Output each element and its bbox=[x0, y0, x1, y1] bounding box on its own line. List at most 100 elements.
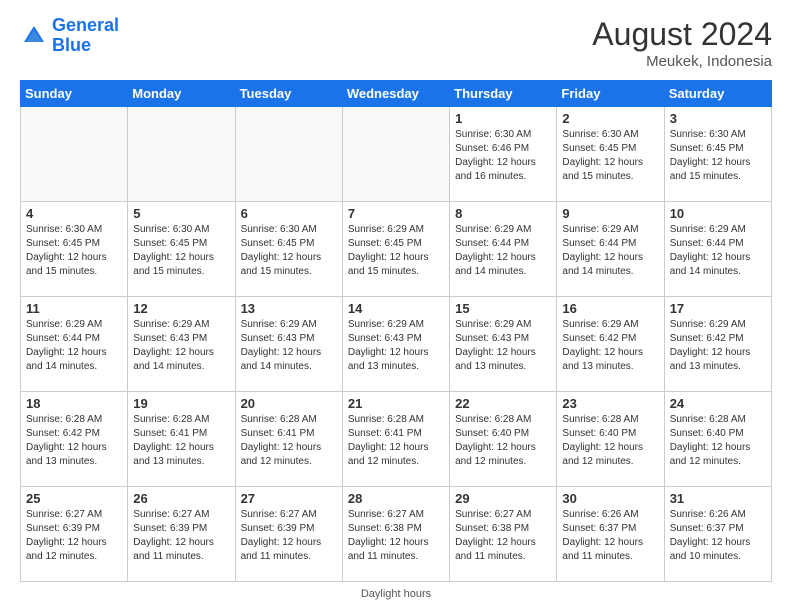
footer: Daylight hours bbox=[20, 588, 772, 600]
day-number: 13 bbox=[241, 301, 337, 316]
day-number: 24 bbox=[670, 396, 766, 411]
col-sunday: Sunday bbox=[21, 81, 128, 107]
day-number: 12 bbox=[133, 301, 229, 316]
calendar-week-1: 1Sunrise: 6:30 AM Sunset: 6:46 PM Daylig… bbox=[21, 107, 772, 202]
day-info: Sunrise: 6:28 AM Sunset: 6:40 PM Dayligh… bbox=[562, 413, 658, 469]
day-number: 17 bbox=[670, 301, 766, 316]
calendar-cell: 31 Sunrise: 6:26 AM Sunset: 6:37 PM Dayli… bbox=[664, 487, 771, 582]
day-number: 15 bbox=[455, 301, 551, 316]
calendar-cell: 25Sunrise: 6:27 AM Sunset: 6:39 PM Dayli… bbox=[21, 487, 128, 582]
day-info: Sunrise: 6:29 AM Sunset: 6:42 PM Dayligh… bbox=[562, 318, 658, 374]
calendar-cell: 11 Sunrise: 6:29 AM Sunset: 6:44 PM Dayli… bbox=[21, 297, 128, 392]
calendar-cell: 20 Sunrise: 6:28 AM Sunset: 6:41 PM Dayli… bbox=[235, 392, 342, 487]
day-info: Sunrise: 6:27 AM Sunset: 6:39 PM Dayligh… bbox=[241, 508, 337, 564]
day-number: 20 bbox=[241, 396, 337, 411]
calendar-week-5: 25Sunrise: 6:27 AM Sunset: 6:39 PM Dayli… bbox=[21, 487, 772, 582]
calendar-cell: 16 Sunrise: 6:29 AM Sunset: 6:42 PM Dayli… bbox=[557, 297, 664, 392]
calendar-cell: 9 Sunrise: 6:29 AM Sunset: 6:44 PM Daylig… bbox=[557, 202, 664, 297]
day-number: 27 bbox=[241, 491, 337, 506]
calendar-cell: 10Sunrise: 6:29 AM Sunset: 6:44 PM Dayli… bbox=[664, 202, 771, 297]
calendar-cell: 7 Sunrise: 6:29 AM Sunset: 6:45 PM Daylig… bbox=[342, 202, 449, 297]
calendar-cell: 17 Sunrise: 6:29 AM Sunset: 6:42 PM Dayli… bbox=[664, 297, 771, 392]
col-monday: Monday bbox=[128, 81, 235, 107]
day-number: 7 bbox=[348, 206, 444, 221]
calendar-cell bbox=[235, 107, 342, 202]
day-number: 26 bbox=[133, 491, 229, 506]
day-info: Sunrise: 6:29 AM Sunset: 6:43 PM Dayligh… bbox=[133, 318, 229, 374]
calendar-cell: 3 Sunrise: 6:30 AM Sunset: 6:45 PM Daylig… bbox=[664, 107, 771, 202]
calendar-cell: 19Sunrise: 6:28 AM Sunset: 6:41 PM Dayli… bbox=[128, 392, 235, 487]
day-info: Sunrise: 6:30 AM Sunset: 6:45 PM Dayligh… bbox=[562, 128, 658, 184]
calendar-cell bbox=[128, 107, 235, 202]
day-info: Sunrise: 6:29 AM Sunset: 6:45 PM Dayligh… bbox=[348, 223, 444, 279]
day-number: 29 bbox=[455, 491, 551, 506]
day-info: Sunrise: 6:28 AM Sunset: 6:40 PM Dayligh… bbox=[670, 413, 766, 469]
day-number: 5 bbox=[133, 206, 229, 221]
day-number: 30 bbox=[562, 491, 658, 506]
day-info: Sunrise: 6:30 AM Sunset: 6:45 PM Dayligh… bbox=[670, 128, 766, 184]
day-number: 11 bbox=[26, 301, 122, 316]
day-info: Sunrise: 6:29 AM Sunset: 6:44 PM Dayligh… bbox=[670, 223, 766, 279]
day-number: 18 bbox=[26, 396, 122, 411]
day-info: Sunrise: 6:28 AM Sunset: 6:41 PM Dayligh… bbox=[241, 413, 337, 469]
logo: General Blue bbox=[20, 16, 119, 56]
calendar-cell: 21Sunrise: 6:28 AM Sunset: 6:41 PM Dayli… bbox=[342, 392, 449, 487]
day-number: 6 bbox=[241, 206, 337, 221]
page: General Blue August 2024 Meukek, Indones… bbox=[0, 0, 792, 612]
calendar-cell: 6Sunrise: 6:30 AM Sunset: 6:45 PM Daylig… bbox=[235, 202, 342, 297]
col-saturday: Saturday bbox=[664, 81, 771, 107]
day-info: Sunrise: 6:29 AM Sunset: 6:44 PM Dayligh… bbox=[455, 223, 551, 279]
location: Meukek, Indonesia bbox=[592, 53, 772, 70]
day-number: 3 bbox=[670, 111, 766, 126]
day-number: 4 bbox=[26, 206, 122, 221]
logo-general: General bbox=[52, 15, 119, 35]
day-info: Sunrise: 6:28 AM Sunset: 6:41 PM Dayligh… bbox=[133, 413, 229, 469]
day-number: 9 bbox=[562, 206, 658, 221]
day-number: 16 bbox=[562, 301, 658, 316]
day-number: 14 bbox=[348, 301, 444, 316]
day-info: Sunrise: 6:29 AM Sunset: 6:43 PM Dayligh… bbox=[241, 318, 337, 374]
calendar-cell: 28Sunrise: 6:27 AM Sunset: 6:38 PM Dayli… bbox=[342, 487, 449, 582]
daylight-label: Daylight hours bbox=[361, 588, 431, 600]
calendar-cell: 29Sunrise: 6:27 AM Sunset: 6:38 PM Dayli… bbox=[450, 487, 557, 582]
day-number: 23 bbox=[562, 396, 658, 411]
day-info: Sunrise: 6:29 AM Sunset: 6:42 PM Dayligh… bbox=[670, 318, 766, 374]
title-block: August 2024 Meukek, Indonesia bbox=[592, 16, 772, 70]
day-info: Sunrise: 6:27 AM Sunset: 6:39 PM Dayligh… bbox=[26, 508, 122, 564]
day-info: Sunrise: 6:29 AM Sunset: 6:44 PM Dayligh… bbox=[562, 223, 658, 279]
month-year: August 2024 bbox=[592, 16, 772, 53]
calendar-cell: 23 Sunrise: 6:28 AM Sunset: 6:40 PM Dayli… bbox=[557, 392, 664, 487]
day-info: Sunrise: 6:30 AM Sunset: 6:45 PM Dayligh… bbox=[133, 223, 229, 279]
calendar-cell bbox=[342, 107, 449, 202]
col-wednesday: Wednesday bbox=[342, 81, 449, 107]
day-info: Sunrise: 6:27 AM Sunset: 6:38 PM Dayligh… bbox=[348, 508, 444, 564]
day-info: Sunrise: 6:26 AM Sunset: 6:37 PM Dayligh… bbox=[562, 508, 658, 564]
calendar-cell: 30 Sunrise: 6:26 AM Sunset: 6:37 PM Dayli… bbox=[557, 487, 664, 582]
day-number: 2 bbox=[562, 111, 658, 126]
day-info: Sunrise: 6:26 AM Sunset: 6:37 PM Dayligh… bbox=[670, 508, 766, 564]
calendar-cell: 27 Sunrise: 6:27 AM Sunset: 6:39 PM Dayli… bbox=[235, 487, 342, 582]
calendar-week-3: 11 Sunrise: 6:29 AM Sunset: 6:44 PM Dayli… bbox=[21, 297, 772, 392]
calendar-header-row: Sunday Monday Tuesday Wednesday Thursday… bbox=[21, 81, 772, 107]
day-info: Sunrise: 6:30 AM Sunset: 6:46 PM Dayligh… bbox=[455, 128, 551, 184]
day-number: 31 bbox=[670, 491, 766, 506]
calendar-cell: 15 Sunrise: 6:29 AM Sunset: 6:43 PM Dayli… bbox=[450, 297, 557, 392]
day-info: Sunrise: 6:29 AM Sunset: 6:43 PM Dayligh… bbox=[455, 318, 551, 374]
calendar-cell: 5 Sunrise: 6:30 AM Sunset: 6:45 PM Daylig… bbox=[128, 202, 235, 297]
col-thursday: Thursday bbox=[450, 81, 557, 107]
calendar-cell: 13 Sunrise: 6:29 AM Sunset: 6:43 PM Dayli… bbox=[235, 297, 342, 392]
day-info: Sunrise: 6:29 AM Sunset: 6:43 PM Dayligh… bbox=[348, 318, 444, 374]
calendar-week-4: 18Sunrise: 6:28 AM Sunset: 6:42 PM Dayli… bbox=[21, 392, 772, 487]
calendar-week-2: 4 Sunrise: 6:30 AM Sunset: 6:45 PM Daylig… bbox=[21, 202, 772, 297]
calendar-cell bbox=[21, 107, 128, 202]
calendar-cell: 2 Sunrise: 6:30 AM Sunset: 6:45 PM Daylig… bbox=[557, 107, 664, 202]
col-tuesday: Tuesday bbox=[235, 81, 342, 107]
calendar-cell: 12 Sunrise: 6:29 AM Sunset: 6:43 PM Dayli… bbox=[128, 297, 235, 392]
calendar-table: Sunday Monday Tuesday Wednesday Thursday… bbox=[20, 80, 772, 582]
day-info: Sunrise: 6:29 AM Sunset: 6:44 PM Dayligh… bbox=[26, 318, 122, 374]
calendar-cell: 1Sunrise: 6:30 AM Sunset: 6:46 PM Daylig… bbox=[450, 107, 557, 202]
day-info: Sunrise: 6:30 AM Sunset: 6:45 PM Dayligh… bbox=[26, 223, 122, 279]
day-info: Sunrise: 6:27 AM Sunset: 6:39 PM Dayligh… bbox=[133, 508, 229, 564]
calendar-cell: 4 Sunrise: 6:30 AM Sunset: 6:45 PM Daylig… bbox=[21, 202, 128, 297]
calendar-cell: 24 Sunrise: 6:28 AM Sunset: 6:40 PM Dayli… bbox=[664, 392, 771, 487]
